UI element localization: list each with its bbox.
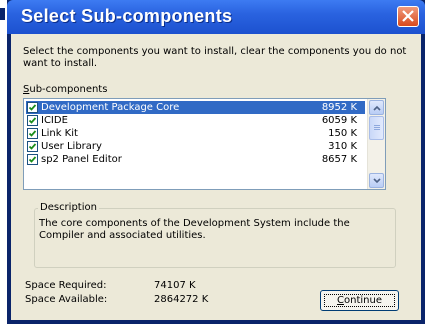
chevron-down-icon	[373, 178, 381, 184]
item-name: Link Kit	[41, 128, 78, 139]
description-text: The core components of the Development S…	[39, 218, 350, 241]
space-available-value: 2864272 K	[154, 294, 209, 305]
item-name: Development Package Core	[41, 102, 180, 113]
subcomponents-label: Sub-components	[23, 84, 107, 95]
intro-text: Select the components you want to instal…	[23, 46, 407, 69]
list-item[interactable]: User Library 310 K	[26, 140, 365, 153]
dialog-body: Select the components you want to instal…	[11, 34, 421, 320]
vertical-scrollbar[interactable]	[367, 99, 385, 189]
space-required-value: 74107 K	[154, 280, 196, 291]
item-name: ICIDE	[41, 115, 68, 126]
description-legend: Description	[38, 202, 99, 213]
item-size: 150 K	[328, 128, 357, 139]
checkbox[interactable]	[27, 128, 38, 139]
list-item[interactable]: sp2 Panel Editor 8657 K	[26, 153, 365, 166]
checkmark-icon	[28, 130, 37, 137]
item-size: 8657 K	[321, 154, 357, 165]
list-item[interactable]: Link Kit 150 K	[26, 127, 365, 140]
checkmark-icon	[28, 104, 37, 111]
item-name: sp2 Panel Editor	[41, 154, 122, 165]
space-available-label: Space Available:	[25, 294, 108, 305]
title-bar[interactable]: Select Sub-components	[7, 0, 425, 34]
background-window-fragment	[0, 8, 5, 20]
item-size: 6059 K	[321, 115, 357, 126]
checkbox[interactable]	[27, 141, 38, 152]
background-window-edge	[0, 0, 7, 324]
list-item[interactable]: ICIDE 6059 K	[26, 114, 365, 127]
subcomponents-label-rest: ub-components	[29, 84, 108, 95]
checkmark-icon	[28, 117, 37, 124]
chevron-up-icon	[373, 105, 381, 111]
checkmark-icon	[28, 143, 37, 150]
scroll-down-button[interactable]	[369, 173, 384, 188]
checkbox[interactable]	[27, 154, 38, 165]
dialog-window: Select Sub-components Select the compone…	[7, 0, 425, 324]
list-item[interactable]: Development Package Core 8952 K	[26, 101, 365, 114]
close-button[interactable]	[397, 6, 419, 27]
item-size: 310 K	[328, 141, 357, 152]
thumb-grip	[374, 129, 380, 130]
subcomponents-list[interactable]: Development Package Core 8952 K ICIDE 60…	[23, 98, 386, 190]
thumb-grip	[374, 125, 380, 126]
thumb-grip	[374, 127, 380, 128]
focus-rectangle	[324, 294, 395, 307]
checkmark-icon	[28, 156, 37, 163]
checkbox[interactable]	[27, 102, 38, 113]
scroll-thumb[interactable]	[369, 116, 384, 140]
dialog-title: Select Sub-components	[21, 6, 233, 26]
close-icon	[402, 10, 414, 22]
space-required-label: Space Required:	[25, 280, 107, 291]
scroll-up-button[interactable]	[369, 100, 384, 115]
continue-button[interactable]: Continue	[320, 290, 399, 311]
checkbox[interactable]	[27, 115, 38, 126]
item-name: User Library	[41, 141, 102, 152]
item-size: 8952 K	[321, 102, 357, 113]
